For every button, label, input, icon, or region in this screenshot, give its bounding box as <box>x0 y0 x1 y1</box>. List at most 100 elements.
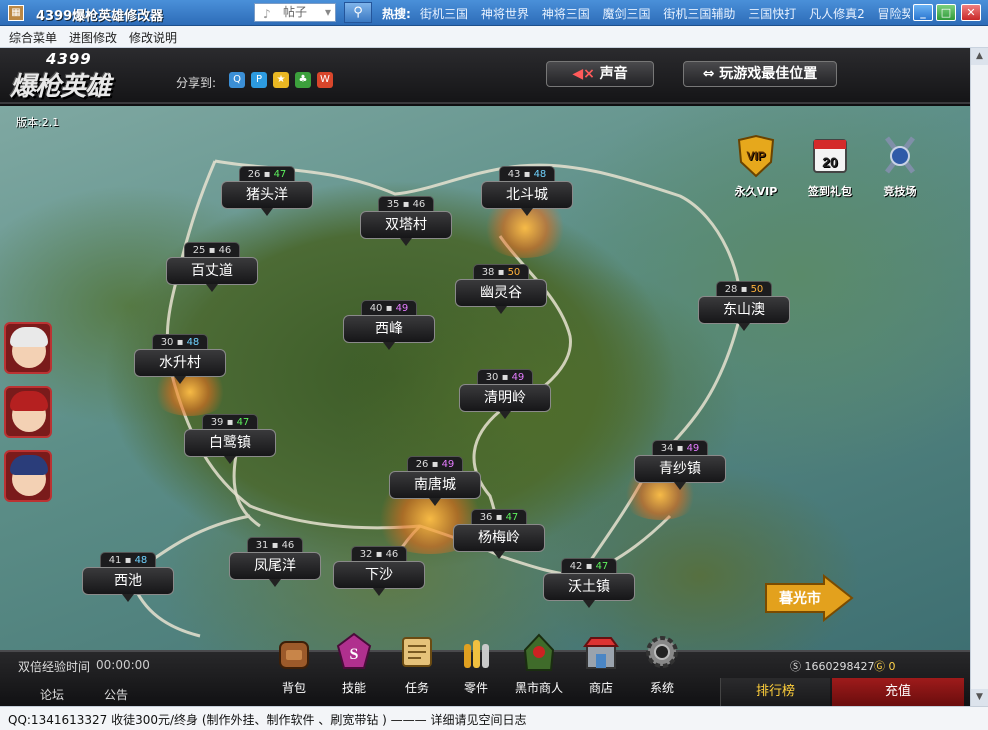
maximize-button[interactable]: □ <box>936 4 956 21</box>
version-label: 版本:2.1 <box>16 116 60 129</box>
map-location-ghostvalley[interactable]: 38 ▪ 50 幽灵谷 <box>455 264 547 322</box>
level-range: 39 ▪ 47 <box>202 414 258 430</box>
game-viewport: 4399 爆枪英雄 分享到: Q P ★ ♣ W ◀× 声音 ⇔ 玩游戏最佳位置… <box>0 48 970 706</box>
qzone-share-icon[interactable]: Q <box>229 72 245 88</box>
map-location-dongshanao[interactable]: 28 ▪ 50 东山澳 <box>698 281 790 339</box>
location-name: 杨梅岭 <box>453 524 545 552</box>
black-market-button[interactable]: 黑市商人 <box>511 632 567 696</box>
status-bar: QQ:1341613327 收徒300元/终身 (制作外挂、制作软件 、刷宽带钻… <box>0 706 988 730</box>
map-location-nantang[interactable]: 26 ▪ 49 南唐城 <box>389 456 481 514</box>
svg-text:S: S <box>350 646 359 663</box>
map-location-bailu[interactable]: 39 ▪ 47 白鹭镇 <box>184 414 276 472</box>
dock-label: 技能 <box>341 681 366 695</box>
notice-link[interactable]: 公告 <box>104 686 128 703</box>
menu-item-map-edit[interactable]: 进图修改 <box>69 29 117 46</box>
vip-button[interactable]: VIP 永久VIP <box>726 134 786 199</box>
menu-item-general[interactable]: 综合菜单 <box>9 29 57 46</box>
location-name: 百丈道 <box>166 257 258 285</box>
hot-link[interactable]: 街机三国 <box>420 7 468 21</box>
star-share-icon[interactable]: ★ <box>273 72 289 88</box>
map-location-wotu[interactable]: 42 ▪ 47 沃土镇 <box>543 558 635 616</box>
vertical-scrollbar[interactable]: ▲ ▼ <box>970 48 988 706</box>
character-avatar-1[interactable] <box>4 322 52 374</box>
backpack-button[interactable]: 背包 <box>266 632 322 696</box>
clover-share-icon[interactable]: ♣ <box>295 72 311 88</box>
svg-text:暮光市: 暮光市 <box>778 590 821 607</box>
dawn-city-arrow-button[interactable]: 暮光市 <box>764 574 854 622</box>
weibo-share-icon[interactable]: W <box>317 72 333 88</box>
checkin-gift-button[interactable]: 20 签到礼包 <box>800 134 860 199</box>
hot-link[interactable]: 神将三国 <box>542 7 590 21</box>
avatar-hair <box>10 455 48 475</box>
search-input[interactable]: ♪ 帖子 ▾ <box>254 3 336 22</box>
system-button[interactable]: 系统 <box>634 632 690 696</box>
window-titlebar: ▦ 4399爆枪英雄修改器 ♪ 帖子 ▾ ⚲ 热搜: 街机三国 神将世界 神将三… <box>0 0 988 26</box>
map-location-twintower[interactable]: 35 ▪ 46 双塔村 <box>360 196 452 254</box>
menu-item-help[interactable]: 修改说明 <box>129 29 177 46</box>
scroll-down-icon[interactable]: ▼ <box>971 689 988 706</box>
app-icon: ▦ <box>8 5 24 21</box>
level-range: 38 ▪ 50 <box>473 264 529 280</box>
map-location-pigheadbay[interactable]: 26 ▪ 47 猪头洋 <box>221 166 313 224</box>
character-avatar-2[interactable] <box>4 386 52 438</box>
map-location-westpeak[interactable]: 40 ▪ 49 西峰 <box>343 300 435 358</box>
parts-button[interactable]: 零件 <box>448 632 504 696</box>
avatar-hair <box>10 327 48 347</box>
map-location-fengwei[interactable]: 31 ▪ 46 凤尾洋 <box>229 537 321 595</box>
minimize-button[interactable]: _ <box>913 4 933 21</box>
level-range: 40 ▪ 49 <box>361 300 417 316</box>
bullets-icon <box>464 640 489 668</box>
search-button[interactable]: ⚲ <box>344 2 372 23</box>
gold-currency: Ⓖ 0 <box>874 658 896 674</box>
character-avatar-3[interactable] <box>4 450 52 502</box>
level-range: 31 ▪ 46 <box>247 537 303 553</box>
location-name: 凤尾洋 <box>229 552 321 580</box>
double-exp-time: 00:00:00 <box>96 658 150 672</box>
map-location-yangmei[interactable]: 36 ▪ 47 杨梅岭 <box>453 509 545 567</box>
map-location-qingsha[interactable]: 34 ▪ 49 青纱镇 <box>634 440 726 498</box>
forum-link[interactable]: 论坛 <box>40 686 64 703</box>
hot-link[interactable]: 魔剑三国 <box>603 7 651 21</box>
location-name: 水升村 <box>134 349 226 377</box>
hot-link[interactable]: 神将世界 <box>481 7 529 21</box>
scroll-up-icon[interactable]: ▲ <box>971 48 988 65</box>
arena-button[interactable]: 竞技场 <box>870 134 930 199</box>
bottom-bar: 双倍经验时间 00:00:00 论坛 公告 背包 S 技能 任务 零件 黑市商人… <box>0 632 970 706</box>
hot-link[interactable]: 凡人修真2 <box>809 7 865 21</box>
vip-shield-icon: VIP <box>737 134 775 178</box>
shop-button[interactable]: 商店 <box>573 632 629 696</box>
map-location-baizhangdao[interactable]: 25 ▪ 46 百丈道 <box>166 242 258 300</box>
world-map: 版本:2.1 26 ▪ 47 猪头洋 43 ▪ 48 北斗城 35 ▪ 46 双… <box>0 106 970 650</box>
hot-link[interactable]: 三国快打 <box>748 7 796 21</box>
close-button[interactable]: ✕ <box>961 4 981 21</box>
pengyou-share-icon[interactable]: P <box>251 72 267 88</box>
status-text: QQ:1341613327 收徒300元/终身 (制作外挂、制作软件 、刷宽带钻… <box>8 713 527 727</box>
arena-label: 竞技场 <box>883 185 917 198</box>
quest-button[interactable]: 任务 <box>389 632 445 696</box>
best-position-button[interactable]: ⇔ 玩游戏最佳位置 <box>683 61 837 87</box>
map-location-shuisheng[interactable]: 30 ▪ 48 水升村 <box>134 334 226 392</box>
skill-button[interactable]: S 技能 <box>326 632 382 696</box>
recharge-button[interactable]: 充值 <box>832 678 964 706</box>
map-location-xichi[interactable]: 41 ▪ 48 西池 <box>82 552 174 610</box>
svg-text:20: 20 <box>822 154 838 170</box>
share-label: 分享到: <box>176 76 217 90</box>
hot-link[interactable]: 冒险契约 <box>878 7 910 21</box>
map-location-qingmingling[interactable]: 30 ▪ 49 清明岭 <box>459 369 551 427</box>
map-location-xiasha[interactable]: 32 ▪ 46 下沙 <box>333 546 425 604</box>
level-range: 32 ▪ 46 <box>351 546 407 562</box>
location-name: 南唐城 <box>389 471 481 499</box>
level-range: 42 ▪ 47 <box>561 558 617 574</box>
leaderboard-button[interactable]: 排行榜 <box>720 678 830 706</box>
microphone-icon[interactable]: ♪ <box>263 6 271 23</box>
hot-link[interactable]: 街机三国辅助 <box>663 7 735 21</box>
location-name: 白鹭镇 <box>184 429 276 457</box>
hot-search-links: 街机三国 神将世界 神将三国 魔剑三国 街机三国辅助 三国快打 凡人修真2 冒险… <box>420 5 910 22</box>
map-location-beidou[interactable]: 43 ▪ 48 北斗城 <box>481 166 573 224</box>
hooded-merchant-icon <box>523 633 555 671</box>
location-name: 东山澳 <box>698 296 790 324</box>
chevron-down-icon[interactable]: ▾ <box>325 4 331 21</box>
checkin-label: 签到礼包 <box>808 185 852 198</box>
sound-button[interactable]: ◀× 声音 <box>546 61 654 87</box>
game-header: 4399 爆枪英雄 分享到: Q P ★ ♣ W ◀× 声音 ⇔ 玩游戏最佳位置 <box>0 48 970 104</box>
